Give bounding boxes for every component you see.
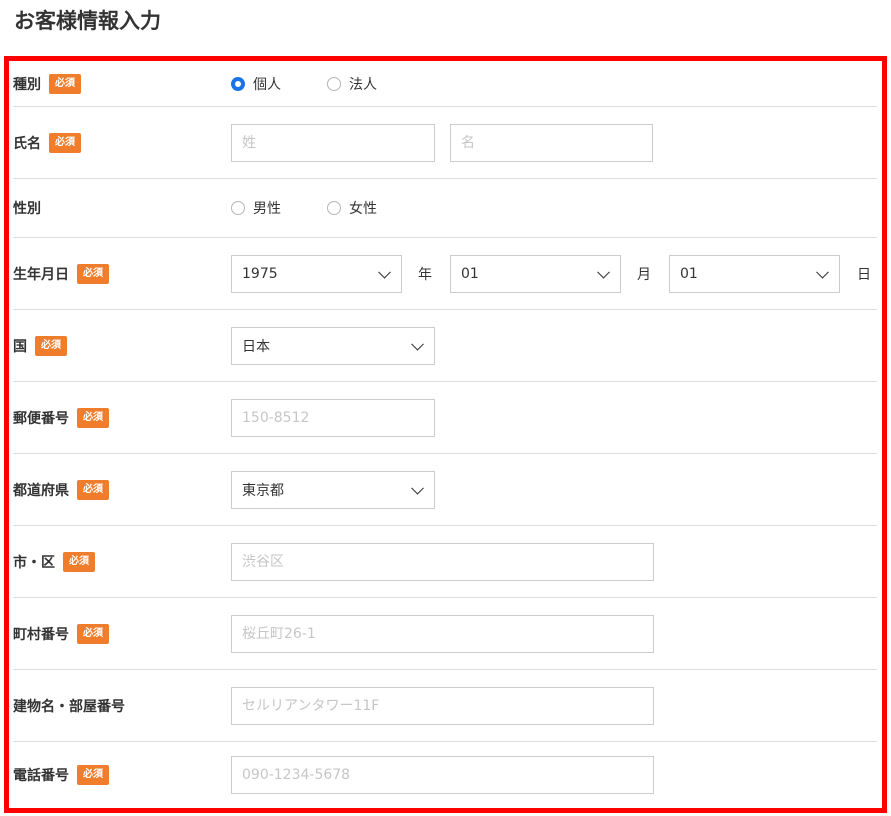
last-name-input[interactable] <box>231 123 435 162</box>
radio-female-circle[interactable] <box>327 201 341 215</box>
prefecture-label: 都道府県 必須 <box>13 479 109 500</box>
required-badge: 必須 <box>63 551 95 572</box>
postal-code-input[interactable] <box>231 398 435 437</box>
required-badge: 必須 <box>49 132 81 153</box>
chevron-down-icon <box>597 265 610 279</box>
required-badge: 必須 <box>35 335 67 356</box>
required-badge: 必須 <box>77 479 109 500</box>
postal-row: 郵便番号 必須 <box>13 382 877 454</box>
day-unit: 日 <box>857 266 871 283</box>
chevron-down-icon <box>411 481 424 495</box>
month-unit: 月 <box>637 266 651 283</box>
radio-individual-circle[interactable] <box>231 76 245 91</box>
birth-month-select[interactable]: 01 <box>450 254 621 293</box>
first-name-input[interactable] <box>450 123 653 162</box>
country-label: 国 必須 <box>13 335 67 356</box>
street-row: 町村番号 必須 <box>13 598 877 670</box>
street-input[interactable] <box>231 614 654 653</box>
birth-day-select[interactable]: 01 <box>669 254 840 293</box>
building-input[interactable] <box>231 686 654 725</box>
phone-row: 電話番号 必須 <box>13 742 877 808</box>
required-badge: 必須 <box>77 407 109 428</box>
required-badge: 必須 <box>77 623 109 644</box>
required-badge: 必須 <box>77 263 109 284</box>
prefecture-row: 都道府県 必須 東京都 <box>13 454 877 526</box>
radio-corporate[interactable]: 法人 <box>327 74 377 94</box>
radio-male[interactable]: 男性 <box>231 198 281 218</box>
phone-input[interactable] <box>231 756 654 794</box>
city-input[interactable] <box>231 542 654 581</box>
birthdate-row: 生年月日 必須 1975 年 01 月 01 日 <box>13 238 877 310</box>
country-select[interactable]: 日本 <box>231 326 435 365</box>
radio-male-circle[interactable] <box>231 201 245 215</box>
name-label: 氏名 必須 <box>13 132 81 153</box>
name-row: 氏名 必須 <box>13 107 877 179</box>
birth-year-select[interactable]: 1975 <box>231 254 402 293</box>
type-label: 種別 必須 <box>13 73 81 94</box>
gender-label: 性別 <box>13 201 41 217</box>
chevron-down-icon <box>378 265 391 279</box>
prefecture-select[interactable]: 東京都 <box>231 470 435 509</box>
postal-label: 郵便番号 必須 <box>13 407 109 428</box>
building-label: 建物名・部屋番号 <box>13 698 125 715</box>
required-badge: 必須 <box>77 765 109 785</box>
city-row: 市・区 必須 <box>13 526 877 598</box>
page-title: お客様情報入力 <box>14 9 161 33</box>
gender-row: 性別 男性 女性 <box>13 179 877 238</box>
type-row: 種別 必須 個人 法人 <box>13 61 877 107</box>
required-badge: 必須 <box>49 73 81 94</box>
building-row: 建物名・部屋番号 <box>13 670 877 742</box>
street-label: 町村番号 必須 <box>13 623 109 644</box>
chevron-down-icon <box>411 337 424 351</box>
radio-female[interactable]: 女性 <box>327 198 377 218</box>
customer-info-form: 種別 必須 個人 法人 氏名 必須 性別 <box>4 56 887 813</box>
country-row: 国 必須 日本 <box>13 310 877 382</box>
radio-corporate-circle[interactable] <box>327 76 341 91</box>
birthdate-label: 生年月日 必須 <box>13 263 109 284</box>
city-label: 市・区 必須 <box>13 551 95 572</box>
year-unit: 年 <box>418 266 432 283</box>
radio-individual[interactable]: 個人 <box>231 74 281 94</box>
chevron-down-icon <box>816 265 829 279</box>
phone-label: 電話番号 必須 <box>13 765 109 785</box>
